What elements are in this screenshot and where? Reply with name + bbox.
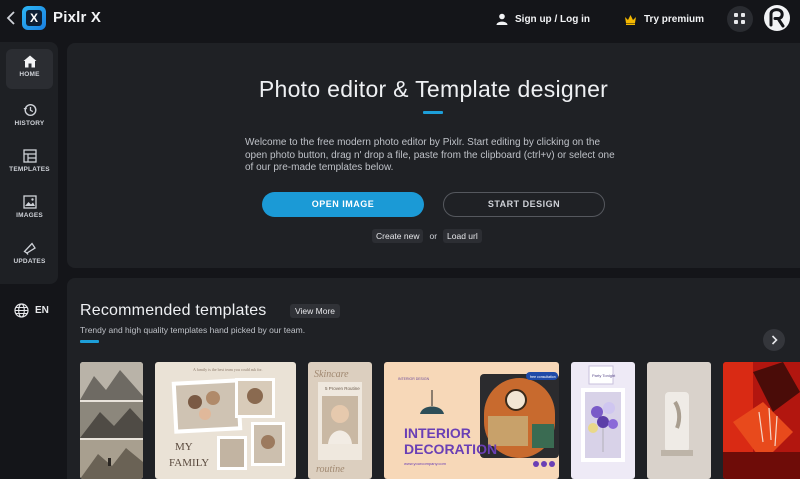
sidebar: HOME HISTORY TEMPLATES IMAGES UPDATES <box>0 42 58 284</box>
open-image-button[interactable]: OPEN IMAGE <box>262 192 424 217</box>
images-icon <box>22 195 37 209</box>
sidebar-item-label: HISTORY <box>14 120 45 127</box>
template-text: MY <box>175 441 193 453</box>
home-icon <box>23 55 36 68</box>
template-card[interactable]: A family is the best team you could ask … <box>155 362 296 479</box>
sidebar-item-home[interactable]: HOME <box>6 49 53 89</box>
title-underline <box>423 111 443 114</box>
templates-icon <box>22 149 37 163</box>
template-text: 5 Proven Routine <box>325 386 360 391</box>
template-text: INTERIOR <box>404 425 471 441</box>
template-text: FAMILY <box>169 457 209 469</box>
recommended-templates-panel: Recommended templates View More Trendy a… <box>67 278 800 479</box>
template-text: DECORATION <box>404 441 497 457</box>
try-premium-button[interactable]: Try premium <box>624 10 704 28</box>
template-text: INTERIOR DESIGN <box>398 377 430 381</box>
crown-icon <box>625 14 636 25</box>
hero-panel: Photo editor & Template designer Welcome… <box>67 43 800 268</box>
hero-title: Photo editor & Template designer <box>258 76 609 102</box>
pixlr-x-logo[interactable]: X <box>22 6 46 30</box>
template-card[interactable]: Skincare 5 Proven Routine routine <box>308 362 372 479</box>
template-card[interactable]: free consultation INTERIOR DESIGN INTERI… <box>384 362 559 479</box>
template-card[interactable] <box>723 362 800 479</box>
hero-description: Welcome to the free modern photo editor … <box>245 137 615 173</box>
try-premium-label: Try premium <box>644 13 705 25</box>
load-url-link[interactable]: Load url <box>443 229 482 243</box>
template-text: free consultation <box>530 375 556 379</box>
sidebar-item-history[interactable]: HISTORY <box>6 97 53 137</box>
sidebar-item-label: HOME <box>19 71 40 78</box>
history-icon <box>23 103 37 117</box>
globe-icon <box>14 303 29 318</box>
language-label: EN <box>35 305 49 316</box>
sidebar-item-images[interactable]: IMAGES <box>6 189 53 229</box>
view-more-button[interactable]: View More <box>290 304 340 318</box>
language-selector[interactable]: EN <box>14 303 49 318</box>
template-text: A family is the best team you could ask … <box>193 367 263 372</box>
or-text: or <box>429 231 438 241</box>
secondary-actions: Create new or Load url <box>372 229 482 243</box>
pixlr-brand-icon[interactable] <box>764 5 790 31</box>
create-new-link[interactable]: Create new <box>372 229 424 243</box>
template-card[interactable] <box>80 362 143 479</box>
user-icon <box>496 13 508 25</box>
signup-login-label: Sign up / Log in <box>515 13 590 25</box>
template-text: routine <box>316 464 345 475</box>
back-arrow-icon[interactable] <box>6 10 18 28</box>
apps-grid-icon[interactable] <box>727 6 753 32</box>
start-design-button[interactable]: START DESIGN <box>443 192 605 217</box>
sidebar-item-label: UPDATES <box>13 258 46 265</box>
carousel-next-button[interactable] <box>763 329 785 351</box>
template-text: Skincare <box>314 369 349 380</box>
section-title: Recommended templates <box>80 302 267 319</box>
sidebar-item-label: TEMPLATES <box>9 166 50 173</box>
sidebar-item-templates[interactable]: TEMPLATES <box>6 143 53 183</box>
logo-x-glyph: X <box>26 10 42 26</box>
template-card[interactable]: Party Tonight <box>571 362 635 479</box>
signup-login-button[interactable]: Sign up / Log in <box>496 10 590 28</box>
template-text: Party Tonight <box>592 373 616 378</box>
updates-icon <box>22 242 36 255</box>
sidebar-item-label: IMAGES <box>16 212 43 219</box>
app-title: Pixlr X <box>53 9 102 26</box>
section-underline <box>80 340 99 343</box>
template-card[interactable] <box>647 362 711 479</box>
template-text: www.yourcompany.com <box>404 461 447 466</box>
top-bar: X Pixlr X Sign up / Log in Try premium <box>0 0 800 38</box>
section-subtitle: Trendy and high quality templates hand p… <box>80 325 306 335</box>
sidebar-item-updates[interactable]: UPDATES <box>6 235 53 275</box>
chevron-right-icon <box>771 335 778 345</box>
